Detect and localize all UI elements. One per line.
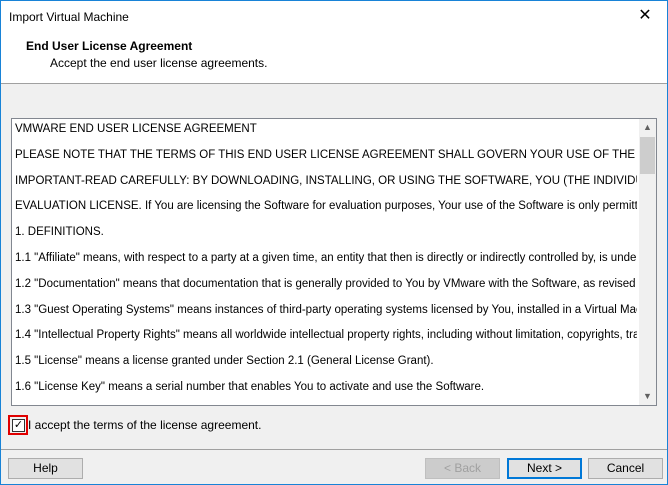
accept-checkbox[interactable]: ✓	[12, 419, 25, 432]
scroll-down-icon[interactable]: ▼	[639, 388, 656, 405]
license-text: VMWARE END USER LICENSE AGREEMENT PLEASE …	[15, 122, 637, 405]
license-line: EVALUATION LICENSE. If You are licensing…	[15, 200, 637, 213]
license-line: 1.1 "Affiliate" means, with respect to a…	[15, 251, 637, 264]
title-bar: Import Virtual Machine ✕	[1, 1, 667, 33]
page-title: End User License Agreement	[26, 39, 193, 53]
import-vm-dialog: Import Virtual Machine ✕ End User Licens…	[0, 0, 668, 485]
license-text-box[interactable]: VMWARE END USER LICENSE AGREEMENT PLEASE …	[11, 118, 657, 406]
next-button[interactable]: Next >	[507, 458, 582, 479]
cancel-button[interactable]: Cancel	[588, 458, 663, 479]
wizard-header: End User License Agreement Accept the en…	[1, 33, 667, 84]
license-line: 1.5 "License" means a license granted un…	[15, 355, 434, 368]
accept-checkbox-highlight: ✓	[8, 415, 28, 435]
divider	[1, 449, 667, 450]
help-button[interactable]: Help	[8, 458, 83, 479]
license-line: VMWARE END USER LICENSE AGREEMENT	[15, 123, 257, 135]
license-line: IMPORTANT-READ CAREFULLY: BY DOWNLOADING…	[15, 174, 637, 187]
back-button[interactable]: < Back	[425, 458, 500, 479]
scroll-up-icon[interactable]: ▲	[639, 119, 656, 136]
accept-checkbox-label[interactable]: I accept the terms of the license agreem…	[28, 418, 261, 432]
vertical-scrollbar[interactable]: ▲ ▼	[639, 119, 656, 405]
page-subtitle: Accept the end user license agreements.	[50, 56, 268, 70]
license-line: PLEASE NOTE THAT THE TERMS OF THIS END U…	[15, 148, 637, 161]
window-title: Import Virtual Machine	[9, 10, 129, 24]
license-line: 1.3 "Guest Operating Systems" means inst…	[15, 303, 637, 316]
license-line: 1.2 "Documentation" means that documenta…	[15, 277, 637, 290]
license-line: 1. DEFINITIONS.	[15, 226, 104, 239]
license-line: 1.6 "License Key" means a serial number …	[15, 380, 485, 393]
close-icon[interactable]: ✕	[623, 1, 667, 31]
scroll-thumb[interactable]	[640, 137, 655, 174]
license-line: 1.4 "Intellectual Property Rights" means…	[15, 329, 637, 342]
